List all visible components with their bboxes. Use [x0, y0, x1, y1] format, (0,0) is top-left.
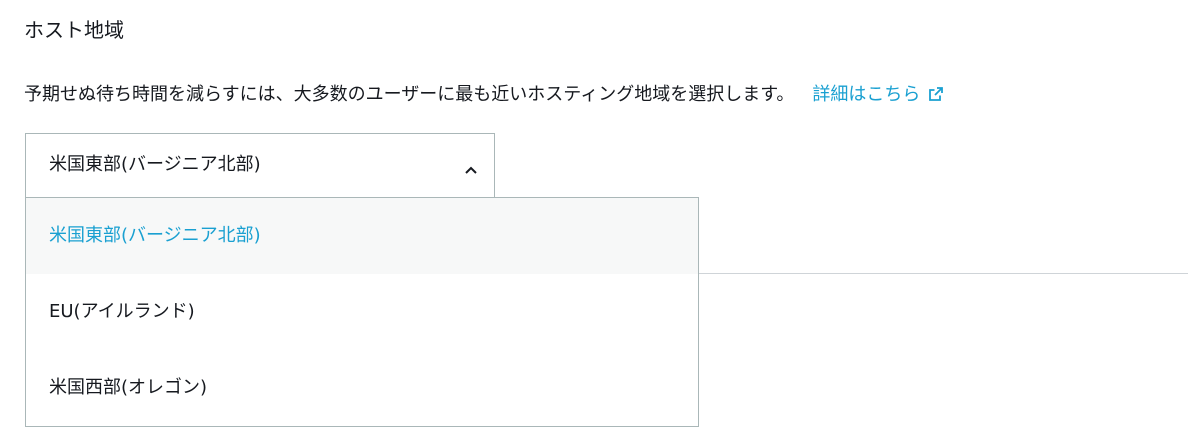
region-option-eu-ireland[interactable]: EU(アイルランド)	[26, 274, 698, 350]
description-text: 予期せぬ待ち時間を減らすには、大多数のユーザーに最も近いホスティング地域を選択し…	[24, 84, 795, 105]
divider	[698, 273, 1188, 274]
section-title: ホスト地域	[24, 18, 124, 42]
region-option-us-east[interactable]: 米国東部(バージニア北部)	[26, 198, 698, 274]
learn-more-label: 詳細はこちら	[812, 84, 921, 105]
host-region-panel: ホスト地域 予期せぬ待ち時間を減らすには、大多数のユーザーに最も近いホスティング…	[0, 0, 1188, 448]
description-row: 予期せぬ待ち時間を減らすには、大多数のユーザーに最も近いホスティング地域を選択し…	[24, 80, 944, 112]
region-select-value: 米国東部(バージニア北部)	[49, 154, 261, 175]
external-link-icon	[928, 82, 944, 112]
region-dropdown-list: 米国東部(バージニア北部) EU(アイルランド) 米国西部(オレゴン)	[25, 197, 699, 427]
region-option-us-west[interactable]: 米国西部(オレゴン)	[26, 350, 698, 426]
chevron-up-icon	[464, 160, 478, 179]
region-select[interactable]: 米国東部(バージニア北部)	[25, 133, 495, 197]
learn-more-link[interactable]: 詳細はこちら	[812, 84, 944, 105]
